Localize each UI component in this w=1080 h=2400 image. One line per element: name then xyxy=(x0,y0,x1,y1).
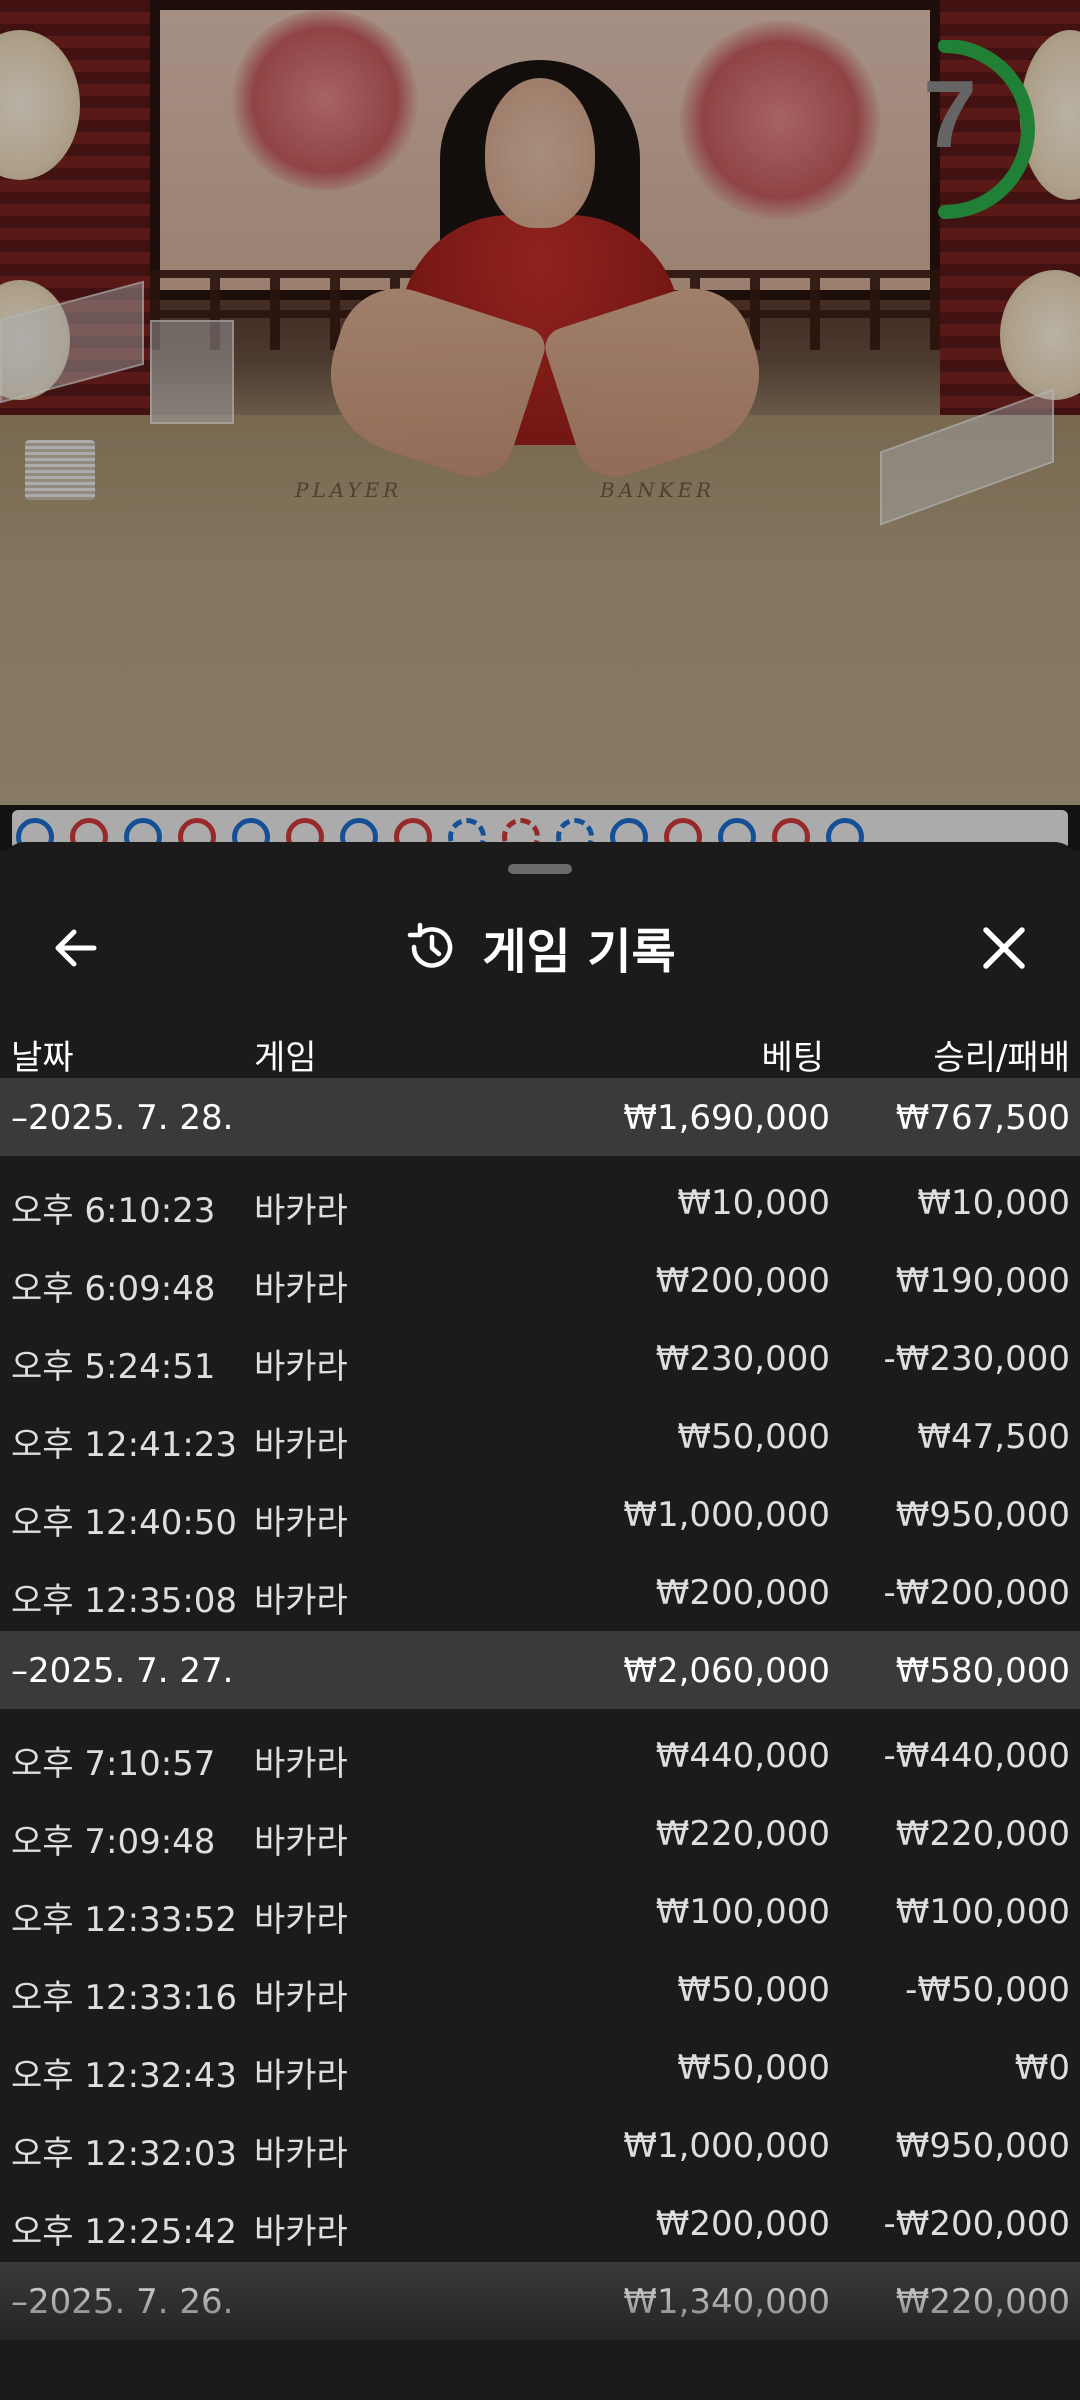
row-bet: ₩1,000,000 xyxy=(623,2126,830,2166)
history-row[interactable]: 오후 12:40:50 바카라 ₩1,000,000 ₩950,000 xyxy=(0,1475,1080,1553)
row-bet: ₩200,000 xyxy=(655,1261,830,1301)
game-history-sheet: 게임 기록 날짜 게임 베팅 승리/패배 –2025. 7. 28. ₩1,69… xyxy=(0,842,1080,2400)
sheet-title: 게임 기록 xyxy=(482,924,676,980)
history-row[interactable]: 오후 6:10:23 바카라 ₩10,000 ₩10,000 xyxy=(0,1163,1080,1241)
group-bet-total: ₩2,060,000 xyxy=(623,1651,830,1691)
row-time: 오후 7:10:57 xyxy=(11,1744,216,1784)
row-game: 바카라 xyxy=(254,1425,348,1465)
history-row[interactable]: 오후 12:32:43 바카라 ₩50,000 ₩0 xyxy=(0,2028,1080,2106)
row-winloss: ₩47,500 xyxy=(917,1417,1070,1457)
history-row[interactable]: 오후 12:33:16 바카라 ₩50,000 -₩50,000 xyxy=(0,1950,1080,2028)
row-time: 오후 12:33:16 xyxy=(11,1978,238,2018)
group-winloss-total: ₩580,000 xyxy=(895,1651,1070,1691)
row-game: 바카라 xyxy=(254,1822,348,1862)
row-bet: ₩50,000 xyxy=(677,2048,830,2088)
group-winloss-total: ₩767,500 xyxy=(895,1098,1070,1138)
row-winloss: ₩100,000 xyxy=(895,1892,1070,1932)
row-time: 오후 12:32:03 xyxy=(11,2134,238,2174)
group-date: –2025. 7. 28. xyxy=(11,1098,234,1138)
row-game: 바카라 xyxy=(254,1581,348,1621)
row-bet: ₩200,000 xyxy=(655,2204,830,2244)
drag-handle[interactable] xyxy=(508,864,572,874)
col-game: 게임 xyxy=(254,1038,317,1078)
history-row[interactable]: 오후 12:32:03 바카라 ₩1,000,000 ₩950,000 xyxy=(0,2106,1080,2184)
row-winloss: ₩220,000 xyxy=(895,1814,1070,1854)
history-row[interactable]: 오후 7:09:48 바카라 ₩220,000 ₩220,000 xyxy=(0,1794,1080,1872)
row-winloss: -₩230,000 xyxy=(883,1339,1071,1379)
row-winloss: ₩190,000 xyxy=(895,1261,1070,1301)
history-row[interactable]: 오후 5:24:51 바카라 ₩230,000 -₩230,000 xyxy=(0,1319,1080,1397)
row-winloss: ₩10,000 xyxy=(917,1183,1070,1223)
group-date: –2025. 7. 27. xyxy=(11,1651,234,1691)
row-game: 바카라 xyxy=(254,1744,348,1784)
row-time: 오후 12:35:08 xyxy=(11,1581,238,1621)
history-row[interactable]: 오후 12:35:08 바카라 ₩200,000 -₩200,000 xyxy=(0,1553,1080,1631)
row-winloss: -₩440,000 xyxy=(883,1736,1071,1776)
row-game: 바카라 xyxy=(254,1191,348,1231)
title-group: 게임 기록 xyxy=(0,892,1080,1002)
group-winloss-total: ₩220,000 xyxy=(895,2282,1070,2322)
row-time: 오후 6:09:48 xyxy=(11,1269,216,1309)
row-bet: ₩220,000 xyxy=(655,1814,830,1854)
history-row[interactable]: 오후 6:09:48 바카라 ₩200,000 ₩190,000 xyxy=(0,1241,1080,1319)
row-winloss: -₩200,000 xyxy=(883,2204,1071,2244)
group-date: –2025. 7. 26. xyxy=(11,2282,234,2322)
row-time: 오후 12:32:43 xyxy=(11,2056,238,2096)
row-bet: ₩50,000 xyxy=(677,1417,830,1457)
row-winloss: -₩200,000 xyxy=(883,1573,1071,1613)
row-game: 바카라 xyxy=(254,2212,348,2252)
row-game: 바카라 xyxy=(254,1978,348,2018)
history-list[interactable]: –2025. 7. 28. ₩1,690,000 ₩767,500 오후 6:1… xyxy=(0,1078,1080,2340)
row-winloss: ₩950,000 xyxy=(895,2126,1070,2166)
col-winloss: 승리/패배 xyxy=(933,1038,1070,1078)
group-bet-total: ₩1,340,000 xyxy=(623,2282,830,2322)
row-time: 오후 7:09:48 xyxy=(11,1822,216,1862)
date-group-header[interactable]: –2025. 7. 27. ₩2,060,000 ₩580,000 xyxy=(0,1631,1080,1709)
row-game: 바카라 xyxy=(254,1347,348,1387)
sheet-header: 게임 기록 xyxy=(0,892,1080,1002)
date-group-header[interactable]: –2025. 7. 28. ₩1,690,000 ₩767,500 xyxy=(0,1078,1080,1156)
row-bet: ₩200,000 xyxy=(655,1573,830,1613)
close-icon xyxy=(983,927,1025,969)
history-row[interactable]: 오후 7:10:57 바카라 ₩440,000 -₩440,000 xyxy=(0,1716,1080,1794)
col-date: 날짜 xyxy=(11,1038,74,1078)
row-bet: ₩440,000 xyxy=(655,1736,830,1776)
row-winloss: ₩950,000 xyxy=(895,1495,1070,1535)
history-row[interactable]: 오후 12:33:52 바카라 ₩100,000 ₩100,000 xyxy=(0,1872,1080,1950)
row-time: 오후 6:10:23 xyxy=(11,1191,216,1231)
date-group-header[interactable]: –2025. 7. 26. ₩1,340,000 ₩220,000 xyxy=(0,2262,1080,2340)
row-bet: ₩50,000 xyxy=(677,1970,830,2010)
row-winloss: ₩0 xyxy=(1014,2048,1070,2088)
row-bet: ₩1,000,000 xyxy=(623,1495,830,1535)
history-row[interactable]: 오후 12:25:42 바카라 ₩200,000 -₩200,000 xyxy=(0,2184,1080,2262)
row-game: 바카라 xyxy=(254,1900,348,1940)
column-headers: 날짜 게임 베팅 승리/패배 xyxy=(0,1012,1080,1082)
group-bet-total: ₩1,690,000 xyxy=(623,1098,830,1138)
row-bet: ₩230,000 xyxy=(655,1339,830,1379)
history-row[interactable]: 오후 12:41:23 바카라 ₩50,000 ₩47,500 xyxy=(0,1397,1080,1475)
row-time: 오후 12:41:23 xyxy=(11,1425,238,1465)
col-bet: 베팅 xyxy=(761,1038,824,1078)
history-icon xyxy=(408,922,453,968)
row-time: 오후 12:40:50 xyxy=(11,1503,238,1543)
row-time: 오후 12:25:42 xyxy=(11,2212,238,2252)
row-bet: ₩100,000 xyxy=(655,1892,830,1932)
close-button[interactable] xyxy=(972,916,1036,980)
row-bet: ₩10,000 xyxy=(677,1183,830,1223)
row-time: 오후 5:24:51 xyxy=(11,1347,216,1387)
row-game: 바카라 xyxy=(254,2134,348,2174)
video-dim-overlay[interactable] xyxy=(0,0,1080,850)
row-game: 바카라 xyxy=(254,2056,348,2096)
row-game: 바카라 xyxy=(254,1503,348,1543)
row-time: 오후 12:33:52 xyxy=(11,1900,238,1940)
row-game: 바카라 xyxy=(254,1269,348,1309)
row-winloss: -₩50,000 xyxy=(905,1970,1070,2010)
